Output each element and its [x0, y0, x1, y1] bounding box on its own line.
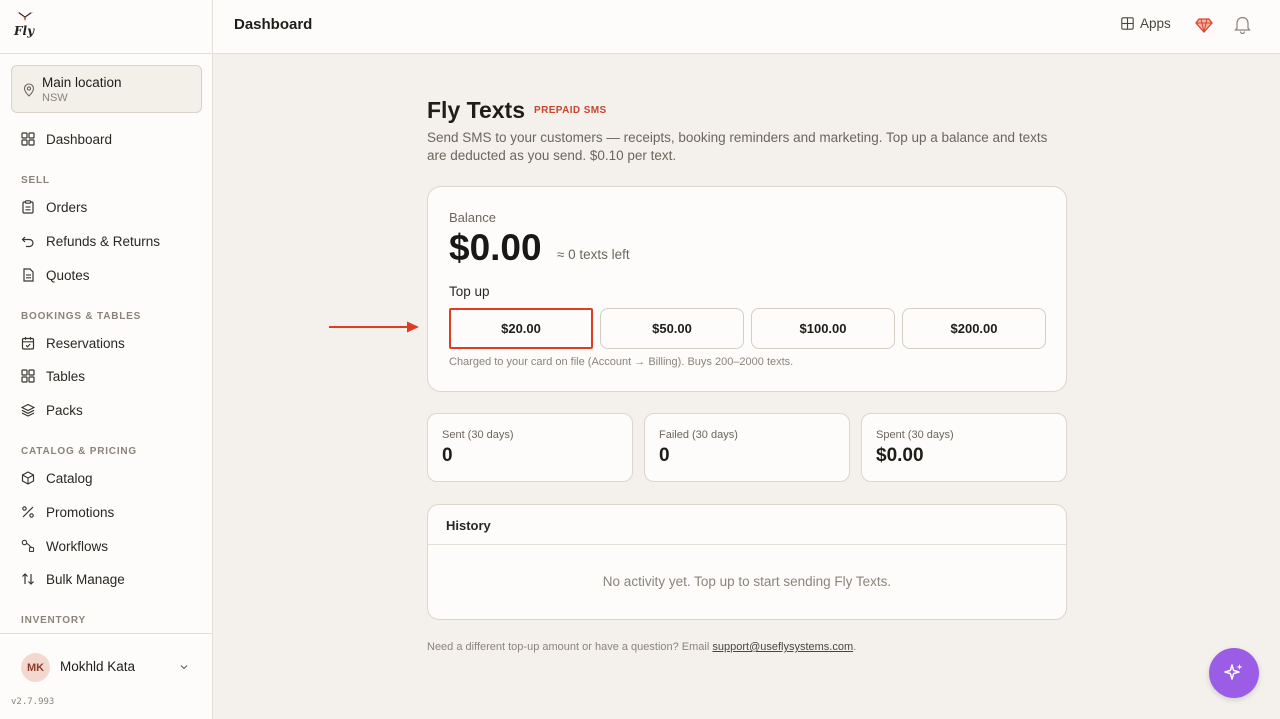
footer-note: Need a different top-up amount or have a…	[427, 641, 856, 653]
user-menu[interactable]: MK Mokhld Kata v2.7.993	[0, 633, 212, 719]
workflow-icon	[21, 539, 35, 553]
sidebar-item-label: Workflows	[46, 538, 109, 554]
sidebar-item-orders[interactable]: Orders	[21, 196, 87, 218]
clipboard-icon	[21, 200, 35, 214]
sidebar-item-catalog[interactable]: Catalog	[21, 467, 93, 489]
balance-card: Balance $0.00 ≈ 0 texts left Top up $20.…	[427, 186, 1067, 392]
divider	[0, 53, 212, 54]
grid-icon	[21, 369, 35, 383]
layers-icon	[21, 403, 35, 417]
section-label-sell: SELL	[21, 175, 50, 186]
stat-label: Spent (30 days)	[876, 429, 954, 441]
sidebar-item-label: Refunds & Returns	[46, 233, 161, 249]
stat-value: 0	[659, 445, 670, 466]
location-region: NSW	[42, 92, 68, 104]
document-icon	[21, 268, 35, 282]
topup-100-button[interactable]: $100.00	[751, 308, 895, 349]
balance-label: Balance	[449, 210, 496, 225]
prepaid-badge: PREPAID SMS	[534, 105, 607, 116]
fly-logo-icon	[16, 11, 34, 22]
box-icon	[21, 471, 35, 485]
topup-label: Top up	[449, 284, 490, 299]
history-title: History	[446, 518, 491, 533]
gem-icon[interactable]	[1195, 16, 1213, 34]
map-pin-icon	[23, 83, 35, 97]
support-email-link[interactable]: support@useflysystems.com	[712, 641, 853, 653]
section-label-bookings: BOOKINGS & TABLES	[21, 311, 142, 322]
balance-amount: $0.00	[449, 227, 542, 268]
page-title: Dashboard	[234, 16, 313, 33]
fly-texts-title: Fly Texts	[427, 97, 525, 123]
sidebar-item-label: Quotes	[46, 267, 90, 283]
sidebar-item-label: Orders	[46, 199, 88, 215]
topup-50-button[interactable]: $50.00	[600, 308, 744, 349]
percent-icon	[21, 505, 35, 519]
stat-label: Failed (30 days)	[659, 429, 738, 441]
sidebar-item-label: Bulk Manage	[46, 571, 125, 587]
ai-assistant-button[interactable]	[1209, 648, 1259, 698]
topup-20-button[interactable]: $20.00	[449, 308, 593, 349]
location-selector[interactable]: Main location NSW	[11, 65, 202, 113]
top-bar: Dashboard Apps	[213, 0, 1280, 54]
arrow-right-icon	[329, 321, 419, 333]
stat-value: 0	[442, 445, 453, 466]
sidebar-item-promotions[interactable]: Promotions	[21, 501, 114, 523]
sort-arrows-icon	[21, 572, 35, 586]
apps-label: Apps	[1140, 16, 1171, 31]
sidebar-item-label: Catalog	[46, 470, 93, 486]
history-header: History	[428, 505, 1066, 545]
sidebar-item-tables[interactable]: Tables	[21, 365, 85, 387]
stat-card-spent: Spent (30 days) $0.00	[861, 413, 1067, 482]
footer-end: .	[853, 641, 857, 653]
apps-grid-icon	[1121, 17, 1134, 30]
topup-note: Charged to your card on file (Account → …	[449, 356, 794, 368]
section-label-catalog: CATALOG & PRICING	[21, 446, 138, 457]
history-empty-state: No activity yet. Top up to start sending…	[602, 574, 892, 589]
section-label-inventory: INVENTORY	[21, 615, 86, 626]
user-name: Mokhld Kata	[60, 659, 136, 674]
sidebar: Fly Main location NSW Dashboard SELL Ord…	[0, 0, 213, 719]
app-version: v2.7.993	[11, 697, 55, 707]
texts-left: ≈ 0 texts left	[557, 247, 630, 262]
stat-card-sent: Sent (30 days) 0	[427, 413, 633, 482]
chevron-down-icon	[180, 665, 188, 670]
sparkles-icon	[1224, 664, 1243, 680]
footer-text: Need a different top-up amount or have a…	[427, 641, 713, 653]
history-card: History No activity yet. Top up to start…	[427, 504, 1067, 620]
sidebar-item-packs[interactable]: Packs	[21, 399, 83, 421]
sidebar-item-refunds[interactable]: Refunds & Returns	[21, 230, 160, 252]
grid-icon	[21, 132, 35, 146]
undo-icon	[21, 234, 35, 248]
sidebar-item-label: Reservations	[46, 335, 125, 351]
stat-label: Sent (30 days)	[442, 429, 514, 441]
sidebar-item-reservations[interactable]: Reservations	[21, 332, 125, 354]
sidebar-item-quotes[interactable]: Quotes	[21, 264, 90, 286]
sidebar-item-label: Tables	[46, 368, 86, 384]
sidebar-item-label: Promotions	[46, 504, 115, 520]
sidebar-item-dashboard[interactable]: Dashboard	[21, 128, 112, 150]
apps-button[interactable]: Apps	[1121, 16, 1171, 31]
stat-card-failed: Failed (30 days) 0	[644, 413, 850, 482]
topup-200-button[interactable]: $200.00	[902, 308, 1046, 349]
sidebar-item-bulk-manage[interactable]: Bulk Manage	[21, 568, 125, 590]
avatar: MK	[21, 653, 50, 682]
bell-icon[interactable]	[1234, 15, 1251, 34]
page-description: Send SMS to your customers — receipts, b…	[427, 130, 1048, 163]
fly-logo[interactable]: Fly	[13, 10, 37, 40]
logo-text: Fly	[14, 24, 35, 38]
location-name: Main location	[42, 75, 122, 90]
sidebar-item-label: Packs	[46, 402, 83, 418]
stat-value: $0.00	[876, 445, 924, 466]
sidebar-item-label: Dashboard	[46, 131, 113, 147]
sidebar-item-workflows[interactable]: Workflows	[21, 535, 108, 557]
calendar-icon	[21, 336, 35, 350]
